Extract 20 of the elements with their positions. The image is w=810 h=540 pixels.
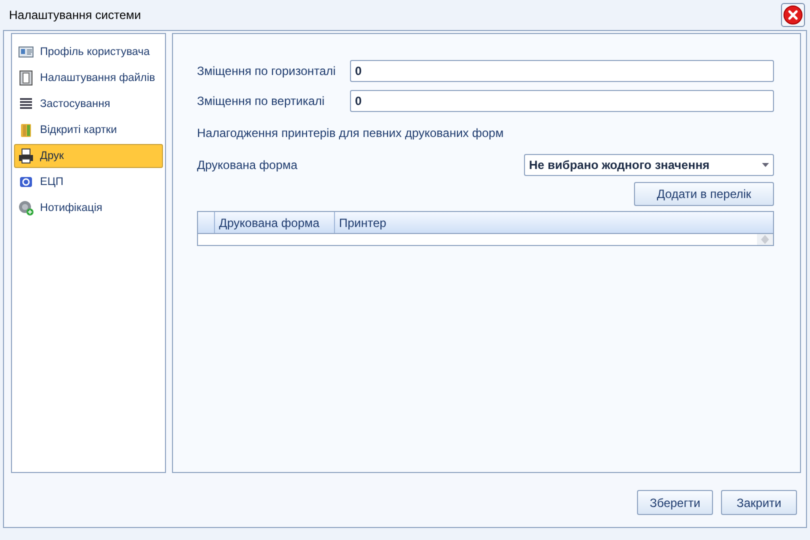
sidebar-item[interactable]: Друк [14,144,163,168]
form-dropdown[interactable]: Не вибрано жодного значення [524,154,774,176]
sidebar-item[interactable]: Налаштування файлів [14,66,163,90]
field-label: Друкована форма [197,157,298,174]
window-title: Налаштування системи [9,7,141,24]
input-field[interactable]: 0 [350,60,774,82]
sidebar-item[interactable]: Відкриті картки [14,118,163,142]
column-header[interactable]: Друкована форма [214,212,334,233]
input-field[interactable]: 0 [350,90,774,112]
field-label: Зміщення по горизонталі [197,63,337,80]
add-button[interactable]: Додати в перелік [634,182,774,206]
sidebar-item[interactable]: Застосування [14,92,163,116]
dialog-button[interactable]: Закрити [721,490,797,515]
column-header[interactable]: Принтер [334,212,454,233]
sidebar-item[interactable]: ЕЦП [14,170,163,194]
section-heading: Налагодження принтерів для певних друкованих форм [197,125,505,142]
sidebar-item[interactable]: Профіль користувача [14,40,163,64]
sidebar-item[interactable]: Нотифікація [14,196,163,220]
dialog-button[interactable]: Зберегти [637,490,713,515]
field-label: Зміщення по вертикалі [197,93,326,110]
